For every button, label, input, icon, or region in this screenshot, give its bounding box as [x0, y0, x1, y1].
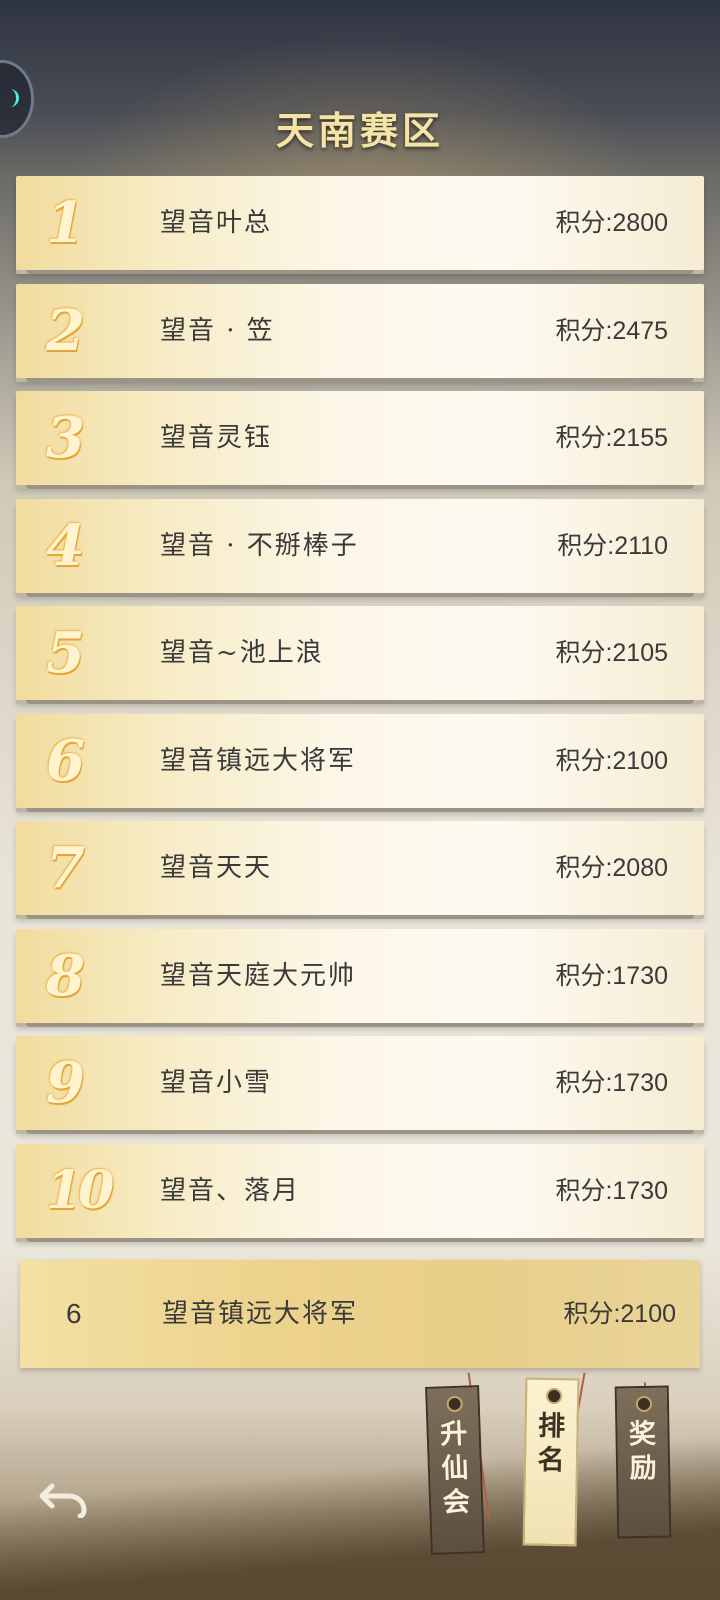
ranking-row-8[interactable]: 8 望音天庭大元帅 积分:1730 — [16, 928, 704, 1027]
rank-numeral: 3 — [46, 405, 85, 471]
player-score: 积分:2800 — [555, 209, 668, 237]
player-name: 望音 · 笠 — [160, 315, 275, 346]
player-name: 望音叶总 — [160, 208, 273, 238]
rank-numeral: 10 — [46, 1159, 114, 1221]
ranking-row-7[interactable]: 7 望音天天 积分:2080 — [16, 821, 704, 919]
player-score: 积分:1730 — [555, 1176, 668, 1205]
player-name: 望音天天 — [160, 853, 273, 883]
my-ranking-row: 6 望音镇远大将军 积分:2100 — [20, 1260, 700, 1368]
player-name: 望音天庭大元帅 — [160, 960, 357, 991]
my-player-name: 望音镇远大将军 — [162, 1299, 359, 1329]
player-name: 望音灵钰 — [160, 423, 273, 453]
rank-numeral: 1 — [46, 190, 85, 256]
ranking-row-5[interactable]: 5 望音~池上浪 积分:2105 — [16, 606, 704, 704]
tab-ranking[interactable]: 排名 — [522, 1377, 580, 1547]
my-rank-number: 6 — [66, 1298, 82, 1329]
player-score: 积分:2155 — [555, 424, 668, 452]
ground-backdrop — [0, 1430, 720, 1600]
sky-background — [0, 0, 720, 190]
player-name: 望音镇远大将军 — [160, 745, 357, 776]
tab-rewards[interactable]: 奖励 — [614, 1385, 672, 1539]
ranking-row-4[interactable]: 4 望音 · 不掰棒子 积分:2110 — [16, 498, 704, 597]
ranking-row-6[interactable]: 6 望音镇远大将军 积分:2100 — [16, 713, 704, 812]
player-name: 望音、落月 — [160, 1175, 301, 1206]
rank-numeral: 6 — [46, 727, 85, 794]
player-name: 望音~池上浪 — [160, 638, 324, 668]
rank-numeral: 8 — [46, 942, 85, 1009]
tab-label: 升仙会 — [439, 1418, 471, 1519]
rank-numeral: 4 — [46, 512, 85, 579]
tab-shengxianhui[interactable]: 升仙会 — [425, 1385, 485, 1555]
player-score: 积分:1730 — [555, 961, 668, 990]
rank-numeral: 7 — [46, 835, 85, 901]
ranking-row-3[interactable]: 3 望音灵钰 积分:2155 — [16, 391, 704, 489]
rank-numeral: 5 — [46, 620, 85, 686]
player-score: 积分:2100 — [555, 746, 668, 775]
rank-numeral: 2 — [46, 297, 85, 364]
ranking-list: 1 望音叶总 积分:2800 2 望音 · 笠 积分:2475 3 望音灵钰 积… — [16, 176, 704, 1251]
back-arrow-icon[interactable] — [38, 1478, 90, 1518]
tab-label: 奖励 — [628, 1418, 657, 1485]
my-player-score: 积分:2100 — [563, 1300, 676, 1328]
player-name: 望音 · 不掰棒子 — [160, 530, 359, 561]
player-score: 积分:2475 — [555, 316, 668, 345]
rank-numeral: 9 — [46, 1050, 85, 1116]
player-score: 积分:2105 — [555, 639, 668, 667]
ranking-row-10[interactable]: 10 望音、落月 积分:1730 — [16, 1143, 704, 1242]
player-score: 积分:1730 — [555, 1069, 668, 1097]
player-score: 积分:2110 — [557, 531, 668, 560]
page-title: 天南赛区 — [275, 108, 444, 153]
ranking-row-2[interactable]: 2 望音 · 笠 积分:2475 — [16, 283, 704, 382]
player-name: 望音小雪 — [160, 1068, 273, 1098]
tab-label: 排名 — [537, 1410, 566, 1477]
ranking-row-1[interactable]: 1 望音叶总 积分:2800 — [16, 176, 704, 274]
ranking-row-9[interactable]: 9 望音小雪 积分:1730 — [16, 1036, 704, 1134]
player-score: 积分:2080 — [555, 854, 668, 882]
